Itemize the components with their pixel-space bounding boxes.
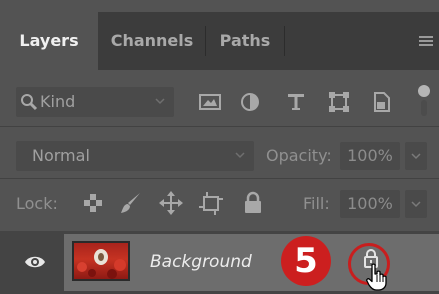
step-number-badge: 5 [281, 236, 331, 286]
image-icon[interactable] [197, 90, 223, 114]
panel-menu-icon[interactable] [419, 36, 433, 46]
thumbnail-image [77, 249, 126, 279]
hand-cursor-icon [366, 263, 387, 291]
adjustment-icon[interactable] [237, 90, 263, 114]
chevron-down-icon [155, 98, 165, 105]
shape-icon[interactable] [326, 90, 352, 114]
tab-separator [284, 26, 285, 56]
kind-filter-dropdown[interactable]: Kind [16, 87, 174, 117]
eye-icon[interactable] [24, 254, 46, 270]
layers-panel: Layers Channels Paths Kind Normal Opacit… [0, 0, 439, 294]
blend-mode-dropdown[interactable]: Normal [16, 141, 254, 171]
lock-position-icon[interactable] [158, 190, 184, 216]
fill-input[interactable]: 100% [340, 190, 400, 218]
chevron-down-icon [411, 201, 421, 208]
search-icon [21, 94, 38, 111]
tab-paths[interactable]: Paths [206, 12, 284, 70]
chevron-down-icon [235, 152, 245, 159]
filter-toggle-icon[interactable] [412, 80, 439, 124]
layer-thumbnail[interactable] [72, 241, 130, 281]
row-divider [0, 178, 439, 179]
layer-name[interactable]: Background [150, 252, 252, 272]
lock-pixels-icon[interactable] [118, 190, 144, 216]
layer-row[interactable]: Background 5 [0, 231, 439, 294]
tab-layers[interactable]: Layers [0, 12, 98, 70]
kind-filter-label: Kind [40, 92, 76, 111]
tab-bar: Layers Channels Paths [0, 12, 439, 70]
row-divider [0, 126, 439, 127]
fill-label: Fill: [303, 194, 330, 213]
lock-transparent-icon[interactable] [80, 190, 106, 216]
fill-slider-button[interactable] [405, 190, 427, 218]
opacity-label: Opacity: [266, 146, 332, 165]
type-icon[interactable] [283, 90, 309, 114]
opacity-slider-button[interactable] [405, 142, 427, 170]
blend-mode-label: Normal [32, 146, 90, 165]
lock-label: Lock: [16, 194, 58, 213]
opacity-input[interactable]: 100% [340, 142, 400, 170]
chevron-down-icon [411, 153, 421, 160]
lock-artboard-icon[interactable] [198, 190, 224, 216]
tab-channels[interactable]: Channels [99, 12, 205, 70]
smart-object-icon[interactable] [368, 90, 394, 114]
lock-all-icon[interactable] [240, 190, 266, 216]
